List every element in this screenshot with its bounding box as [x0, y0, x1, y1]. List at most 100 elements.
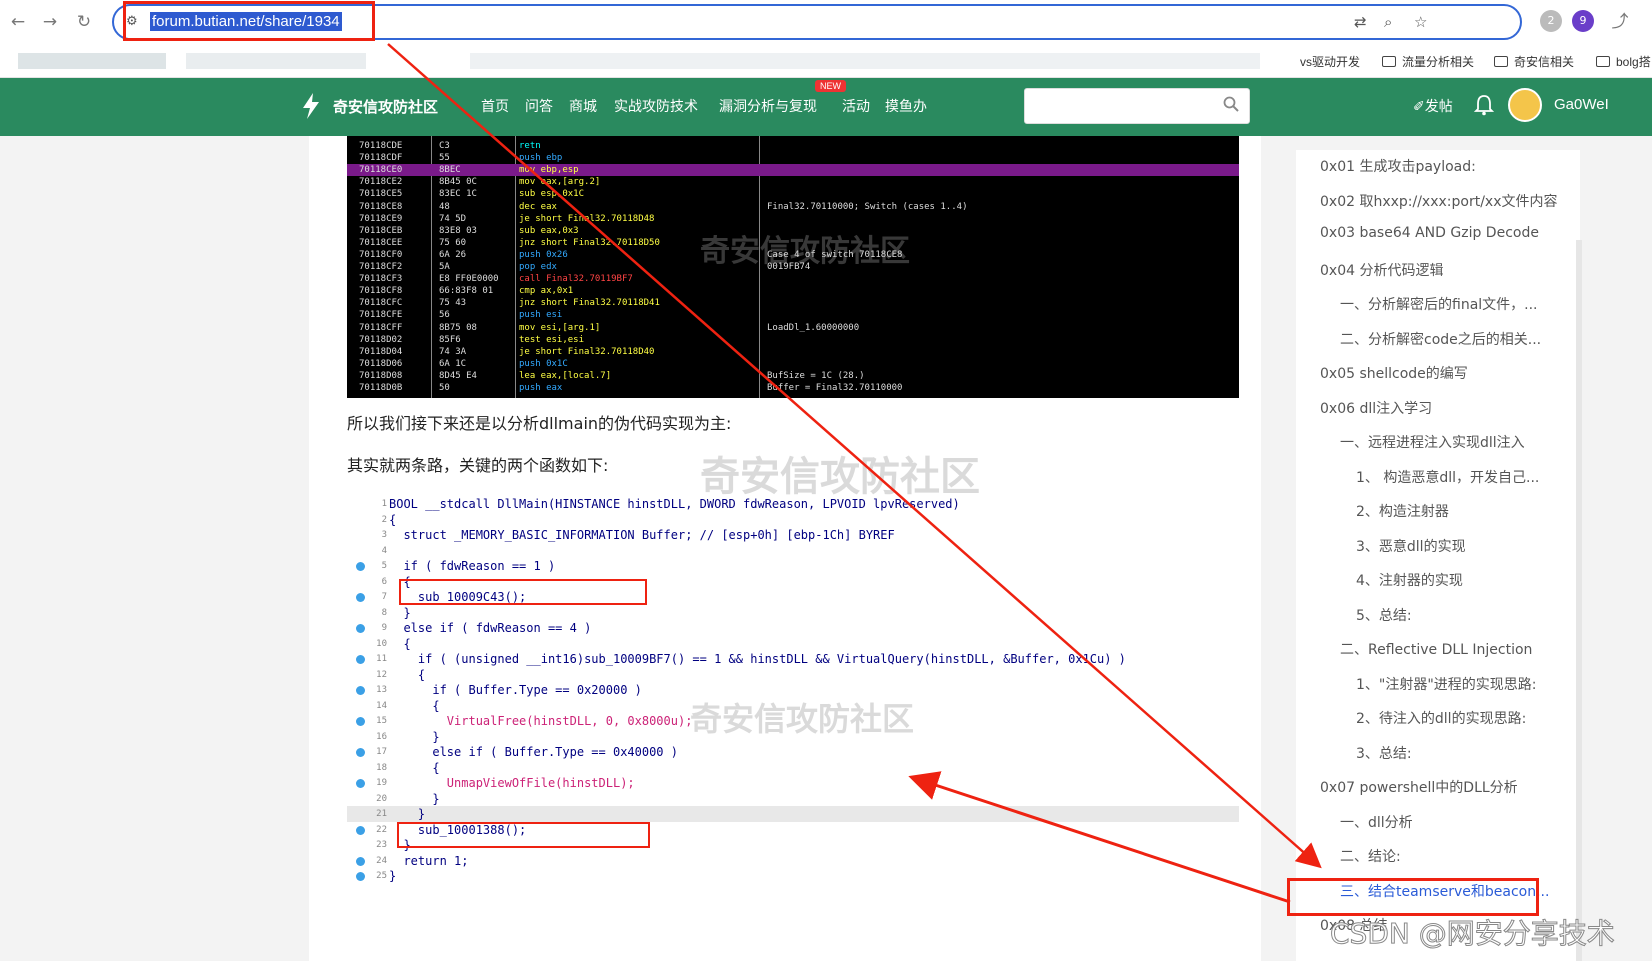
site-logo[interactable]: 奇安信攻防社区 [333, 96, 438, 117]
disasm-bytes: 6A 1C [439, 358, 467, 369]
code-text: else if ( fdwReason == 4 ) [389, 621, 592, 635]
toc-item[interactable]: 0x05 shellcode的编写 [1320, 363, 1468, 383]
toc-item[interactable]: 0x03 base64 AND Gzip Decode [1320, 225, 1539, 241]
toc-item[interactable]: 一、远程进程注入实现dll注入 [1340, 432, 1525, 452]
code-text: { [389, 760, 440, 775]
toc-item[interactable]: 0x02 取hxxp://xxx:port/xx文件内容 [1320, 191, 1558, 211]
back-icon[interactable]: ← [8, 12, 28, 32]
code-text: BOOL __stdcall DllMain(HINSTANCE hinstDL… [389, 497, 960, 511]
search-input[interactable] [1024, 88, 1250, 124]
toc-item[interactable]: 1、"注射器"进程的实现思路: [1356, 674, 1537, 694]
table-of-contents: 0x01 生成攻击payload: 0x02 取hxxp://xxx:port/x… [1296, 150, 1580, 961]
code-text: { [389, 512, 397, 527]
disasm-bytes: 74 5D [439, 213, 467, 224]
disasm-instruction: call Final32.70119BF7 [519, 274, 633, 285]
disasm-bytes: E8 FF0E0000 [439, 274, 499, 285]
nav-item-home[interactable]: 首页 [481, 96, 509, 116]
disasm-instruction: mov ebp,esp [519, 165, 579, 176]
code-text: { [389, 667, 426, 682]
nav-item-qa[interactable]: 问答 [525, 96, 553, 116]
bookmark-item[interactable]: 奇安信相关 [1494, 53, 1574, 70]
toc-item[interactable]: 3、总结: [1356, 743, 1412, 763]
toc-item[interactable]: 2、待注入的dll的实现思路: [1356, 708, 1526, 728]
blurred-bookmarks [186, 53, 366, 69]
disasm-bytes: C3 [439, 141, 450, 151]
disasm-instruction: dec eax [519, 201, 557, 212]
toc-item[interactable]: 二、结论: [1340, 846, 1401, 866]
disasm-row: 70118CE2 8B45 0C mov eax,[arg.2] [347, 176, 1239, 188]
extension-icon[interactable]: 9 [1572, 10, 1594, 32]
toc-item[interactable]: 2、构造注射器 [1356, 501, 1449, 521]
disasm-address: 70118CF0 [359, 249, 403, 260]
nav-item-tech[interactable]: 实战攻防技术 [614, 96, 698, 116]
disasm-address: 70118D06 [359, 358, 403, 369]
code-text: if ( Buffer.Type == 0x20000 ) [389, 683, 642, 697]
disasm-row: 70118CF8 66:83F8 01 cmp ax,0x1 [347, 285, 1239, 297]
nav-item-shop[interactable]: 商城 [569, 96, 597, 116]
toc-item[interactable]: 0x04 分析代码逻辑 [1320, 260, 1443, 280]
code-line: 12 { [347, 667, 1239, 683]
disasm-row: 70118CE5 83EC 1C sub esp,0x1C [347, 188, 1239, 200]
disasm-bytes: 50 [439, 383, 450, 393]
toc-item[interactable]: 一、分析解密后的final文件，... [1340, 294, 1538, 314]
nav-item-events[interactable]: 活动 [842, 96, 870, 116]
nav-item-fish[interactable]: 摸鱼办 [885, 96, 927, 116]
toc-item[interactable]: 4、注射器的实现 [1356, 570, 1463, 590]
code-text: else if ( Buffer.Type == 0x40000 ) [389, 745, 678, 759]
toc-item[interactable]: 一、dll分析 [1340, 812, 1413, 832]
logo-bolt-icon[interactable] [300, 92, 322, 120]
disasm-address: 70118CEB [359, 225, 403, 236]
nav-item-vuln[interactable]: 漏洞分析与复现 [719, 96, 817, 116]
line-number: 4 [381, 545, 387, 556]
code-line: 18 { [347, 760, 1239, 776]
toc-item[interactable]: 0x01 生成攻击payload: [1320, 156, 1476, 176]
disasm-address: 70118CF2 [359, 262, 403, 272]
scrollbar[interactable] [1576, 240, 1582, 961]
disasm-address: 70118D0B [359, 383, 403, 393]
disasm-address: 70118CE0 [359, 165, 403, 176]
extension-icon[interactable]: 2 [1540, 10, 1562, 32]
disasm-comment: Final32.70110000; Switch (cases 1..4) [767, 201, 968, 212]
search-icon[interactable] [1223, 96, 1239, 112]
disasm-instruction: push ebp [519, 153, 563, 164]
forward-icon[interactable]: → [40, 12, 60, 32]
toc-item[interactable]: 1、 构造恶意dll，开发自己... [1356, 467, 1539, 487]
toc-item[interactable]: 二、分析解密code之后的相关... [1340, 329, 1541, 349]
code-line: 2{ [347, 512, 1239, 528]
toc-item[interactable]: 5、总结: [1356, 605, 1412, 625]
code-line: 11 if ( (unsigned __int16)sub_10009BF7()… [347, 651, 1239, 667]
new-badge: NEW [815, 80, 846, 92]
bell-icon[interactable] [1474, 94, 1494, 116]
bookmark-item[interactable]: bolg搭 [1596, 53, 1651, 70]
translate-icon[interactable]: ⇄ [1354, 13, 1367, 31]
bookmark-item[interactable]: vs驱动开发 [1300, 53, 1360, 70]
toc-item[interactable]: 二、Reflective DLL Injection [1340, 639, 1532, 659]
disasm-address: 70118CDF [359, 153, 403, 164]
reload-icon[interactable]: ↻ [74, 12, 94, 32]
disasm-address: 70118CEE [359, 237, 403, 248]
avatar[interactable] [1508, 88, 1542, 122]
share-icon[interactable]: ⤴ [1610, 12, 1630, 32]
bookmark-item[interactable]: 流量分析相关 [1382, 53, 1474, 70]
csdn-watermark: CSDN @网安分享技术 [1330, 917, 1616, 951]
code-text: if ( fdwReason == 1 ) [389, 559, 556, 573]
post-button[interactable]: ✐发帖 [1413, 96, 1453, 116]
disasm-row: 70118CDF 55 push ebp [347, 152, 1239, 164]
toc-item[interactable]: 0x06 dll注入学习 [1320, 398, 1432, 418]
line-number: 10 [376, 638, 387, 649]
disasm-bytes: 66:83F8 01 [439, 286, 494, 297]
zoom-icon[interactable]: ⌕ [1384, 13, 1392, 31]
disasm-address: 70118CE2 [359, 177, 403, 188]
disasm-bytes: 83E8 03 [439, 225, 477, 236]
toc-item[interactable]: 0x07 powershell中的DLL分析 [1320, 777, 1518, 797]
watermark: 奇安信攻防社区 [700, 454, 980, 500]
line-number: 5 [381, 561, 387, 571]
toc-item[interactable]: 3、恶意dll的实现 [1356, 536, 1466, 556]
code-line: 4 [347, 543, 1239, 559]
disasm-instruction: sub eax,0x3 [519, 225, 579, 236]
username[interactable]: Ga0WeI [1554, 96, 1609, 113]
bookmark-star-icon[interactable]: ☆ [1414, 13, 1427, 31]
code-line: 25} [347, 868, 1239, 884]
disasm-bytes: 8BEC [439, 165, 461, 176]
watermark: 奇安信攻防社区 [690, 700, 915, 738]
